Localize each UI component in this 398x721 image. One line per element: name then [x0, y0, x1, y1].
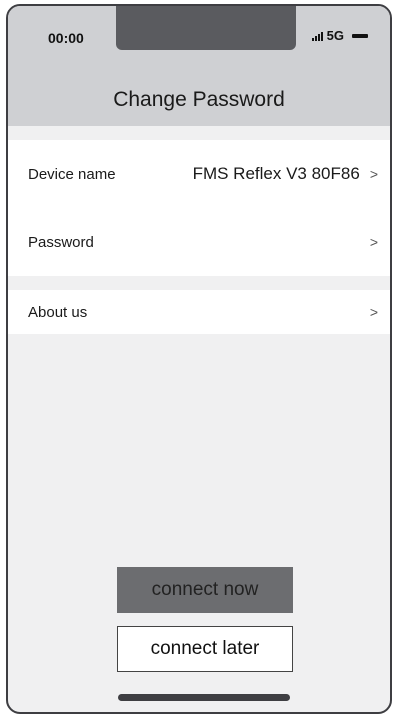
chevron-right-icon: >	[369, 234, 378, 250]
device-name-label: Device name	[28, 165, 116, 183]
chevron-right-icon: >	[369, 304, 378, 320]
about-us-label: About us	[28, 303, 88, 321]
network-type: 5G	[326, 28, 344, 43]
camera-notch	[116, 6, 296, 50]
connect-later-button[interactable]: connect later	[117, 626, 293, 672]
phone-frame: 00:00 5G Change Password Device name FMS…	[6, 4, 392, 714]
header-bar: 00:00 5G Change Password	[8, 6, 390, 126]
home-indicator[interactable]	[118, 694, 290, 701]
about-us-row[interactable]: About us >	[8, 290, 390, 334]
page-title: Change Password	[113, 88, 285, 111]
device-name-value: FMS Reflex V3 80F86	[192, 164, 360, 183]
status-time: 00:00	[48, 30, 84, 46]
chevron-right-icon: >	[369, 166, 378, 182]
signal-bars-icon	[311, 31, 323, 41]
connect-now-button[interactable]: connect now	[117, 567, 293, 613]
device-name-row[interactable]: Device name FMS Reflex V3 80F86 >	[8, 140, 390, 208]
password-row[interactable]: Password >	[8, 208, 390, 276]
battery-icon	[352, 33, 368, 38]
about-group: About us >	[8, 290, 390, 334]
status-indicators: 5G	[311, 28, 368, 43]
device-settings-group: Device name FMS Reflex V3 80F86 > Passwo…	[8, 140, 390, 276]
password-label: Password	[28, 233, 94, 251]
